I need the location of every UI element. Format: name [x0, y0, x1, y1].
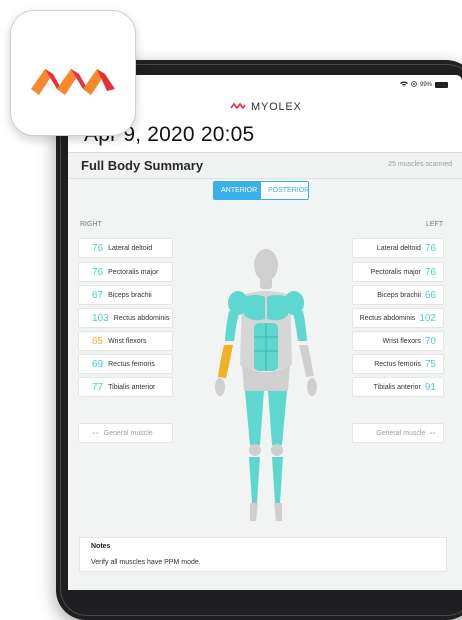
muscle-name: Wrist flexors: [108, 337, 147, 345]
myolex-logo-icon: [31, 69, 115, 95]
muscle-value: --: [429, 427, 436, 439]
muscle-count: 25 muscles scanned: [388, 161, 452, 168]
muscle-name: Wrist flexors: [382, 337, 421, 345]
muscle-value: 103: [92, 312, 109, 324]
muscle-value: 77: [92, 381, 104, 393]
muscle-value: 76: [424, 242, 436, 254]
muscle-card-right-wrist-flexors[interactable]: 65 Wrist flexors: [78, 331, 173, 351]
muscle-value: 67: [92, 289, 104, 301]
muscle-value: 75: [424, 358, 436, 370]
muscle-name: Pectoralis major: [108, 268, 159, 276]
body-forearm-left: [299, 345, 314, 377]
muscle-card-left-biceps-brachii[interactable]: Biceps brachii 66: [352, 285, 444, 305]
right-side-label: RIGHT: [80, 221, 102, 228]
muscle-value: 91: [424, 381, 436, 393]
muscle-card-left-wrist-flexors[interactable]: Wrist flexors 70: [352, 331, 444, 351]
tab-anterior[interactable]: ANTERIOR: [214, 182, 261, 199]
muscle-value: 66: [424, 289, 436, 301]
myolex-app-icon[interactable]: [10, 10, 136, 136]
muscle-card-right-pectoralis-major[interactable]: 76 Pectoralis major: [78, 262, 173, 282]
muscle-tibialis-anterior-left[interactable]: [272, 457, 283, 503]
muscle-card-right-lateral-deltoid[interactable]: 76 Lateral deltoid: [78, 238, 173, 258]
body-head: [254, 249, 278, 281]
muscle-name: General muscle: [103, 429, 153, 437]
body-knee-left: [271, 444, 283, 456]
summary-title: Full Body Summary: [81, 158, 204, 173]
muscle-value: --: [92, 427, 99, 439]
header-brand: MYOLEX: [230, 101, 302, 113]
muscle-value: 76: [92, 242, 104, 254]
brand-name: MYOLEX: [251, 101, 302, 113]
muscle-card-right-rectus-femoris[interactable]: 69 Rectus femoris: [78, 354, 173, 374]
left-side-label: LEFT: [426, 221, 444, 228]
muscle-name: Lateral deltoid: [108, 244, 153, 252]
wifi-icon: [399, 81, 408, 89]
muscle-name: Rectus femoris: [108, 360, 155, 368]
battery-percent: 99%: [419, 82, 432, 88]
muscle-card-left-rectus-abdominis[interactable]: Rectus abdominis 102: [352, 308, 444, 328]
muscle-wrist-flexors-right[interactable]: [218, 345, 233, 378]
muscle-card-left-pectoralis-major[interactable]: Pectoralis major 76: [352, 262, 444, 282]
summary-header: Full Body Summary 25 muscles scanned: [68, 152, 462, 179]
muscle-value: 102: [419, 312, 436, 324]
muscle-name: Pectoralis major: [370, 268, 421, 276]
muscle-rectus-femoris-right[interactable]: [245, 391, 264, 445]
muscle-card-right-biceps-brachii[interactable]: 67 Biceps brachii: [78, 285, 173, 305]
body-hand-left: [307, 378, 317, 396]
view-toggle: ANTERIOR POSTERIOR: [213, 181, 309, 200]
body-diagram[interactable]: [196, 245, 336, 525]
notes-panel[interactable]: Notes Verify all muscles have PPM mode.: [79, 537, 447, 572]
muscle-name: Tibialis anterior: [108, 383, 156, 391]
muscle-name: Tibialis anterior: [373, 383, 421, 391]
general-muscle-right[interactable]: -- General muscle: [78, 423, 173, 443]
muscle-rectus-femoris-left[interactable]: [268, 391, 287, 445]
muscle-name: Biceps brachii: [108, 291, 152, 299]
tab-posterior[interactable]: POSTERIOR: [261, 182, 308, 199]
status-bar: 99%: [399, 81, 448, 89]
muscle-name: Rectus femoris: [374, 360, 421, 368]
myolex-logo-icon: [230, 101, 246, 113]
muscle-name: Biceps brachii: [377, 291, 421, 299]
muscle-pectoralis-major-right[interactable]: [244, 295, 265, 321]
muscle-card-left-rectus-femoris[interactable]: Rectus femoris 75: [352, 354, 444, 374]
muscle-name: Rectus abdominis: [359, 314, 416, 322]
muscle-card-left-lateral-deltoid[interactable]: Lateral deltoid 76: [352, 238, 444, 258]
general-muscle-left[interactable]: General muscle --: [352, 423, 444, 443]
body-neck: [260, 277, 272, 289]
muscle-value: 65: [92, 335, 104, 347]
body-knee-right: [249, 444, 261, 456]
body-hand-right: [215, 378, 225, 396]
muscle-tibialis-anterior-right[interactable]: [249, 457, 260, 503]
battery-icon: [435, 82, 448, 88]
muscle-value: 70: [424, 335, 436, 347]
body-foot-left: [274, 503, 282, 521]
muscle-pectoralis-major-left[interactable]: [267, 295, 288, 321]
muscle-name: General muscle: [376, 429, 426, 437]
muscle-value: 69: [92, 358, 104, 370]
location-icon: [411, 81, 417, 89]
muscle-value: 76: [92, 266, 104, 278]
muscle-name: Rectus abdominis: [113, 314, 170, 322]
notes-text: Verify all muscles have PPM mode.: [91, 559, 201, 566]
muscle-card-left-tibialis-anterior[interactable]: Tibialis anterior 91: [352, 377, 444, 397]
muscle-name: Lateral deltoid: [376, 244, 421, 252]
muscle-value: 76: [424, 266, 436, 278]
muscle-card-right-rectus-abdominis[interactable]: 103 Rectus abdominis: [78, 308, 173, 328]
muscle-biceps-brachii-right[interactable]: [225, 311, 239, 341]
body-foot-right: [250, 503, 258, 521]
notes-title: Notes: [91, 543, 111, 550]
muscle-biceps-brachii-left[interactable]: [293, 311, 307, 341]
muscle-card-right-tibialis-anterior[interactable]: 77 Tibialis anterior: [78, 377, 173, 397]
